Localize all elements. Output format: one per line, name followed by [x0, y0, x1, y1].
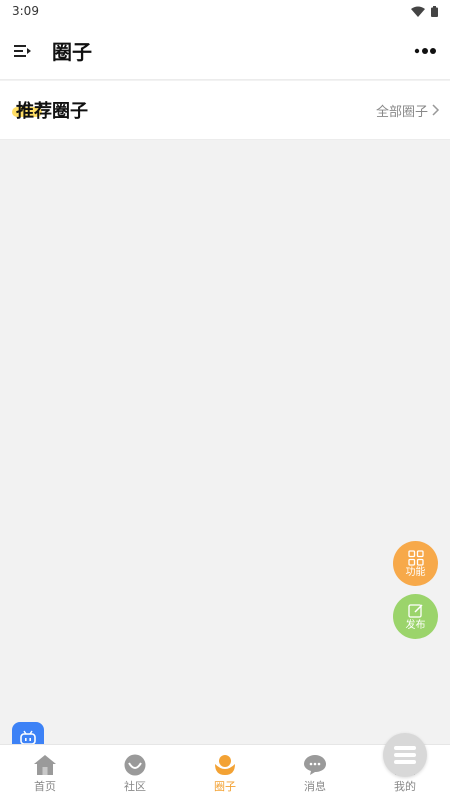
post-label: 发布	[405, 619, 426, 631]
tab-messages[interactable]: 消息	[270, 745, 360, 800]
menu-icon	[14, 44, 31, 57]
page-title: 圈子	[52, 40, 92, 64]
menu-button[interactable]	[12, 40, 34, 62]
header: 圈子	[0, 22, 450, 80]
edit-icon	[407, 603, 423, 618]
community-icon	[124, 754, 146, 776]
message-icon	[304, 755, 326, 775]
home-icon	[34, 755, 56, 775]
section-title: 推荐圈子	[16, 101, 88, 122]
tab-community-label: 社区	[124, 780, 146, 793]
all-circles-link[interactable]: 全部圈子	[376, 101, 440, 120]
more-button[interactable]	[412, 40, 438, 62]
chevron-right-icon	[432, 104, 440, 116]
tab-messages-label: 消息	[304, 780, 326, 793]
section-title-wrap: 推荐圈子	[12, 97, 88, 123]
wifi-icon	[411, 6, 425, 17]
content-area	[0, 141, 450, 744]
tab-home-label: 首页	[34, 780, 56, 793]
tab-home[interactable]: 首页	[0, 745, 90, 800]
function-button[interactable]: 功能	[393, 541, 438, 586]
battery-icon	[431, 5, 438, 17]
all-circles-label: 全部圈子	[375, 104, 428, 120]
floating-menu-button[interactable]	[383, 733, 427, 777]
tab-circle[interactable]: 圈子	[180, 745, 270, 800]
status-bar: 3:09	[0, 0, 450, 22]
status-time: 3:09	[12, 4, 39, 18]
function-label: 功能	[405, 566, 426, 578]
list-icon	[394, 746, 416, 764]
tab-community[interactable]: 社区	[90, 745, 180, 800]
tab-profile-label: 我的	[394, 780, 416, 793]
circle-icon	[215, 755, 235, 775]
tab-circle-label: 圈子	[214, 780, 236, 793]
more-icon	[414, 47, 436, 54]
status-icons	[411, 5, 438, 17]
recommended-circles-section: 推荐圈子 全部圈子	[0, 81, 450, 140]
post-button[interactable]: 发布	[393, 594, 438, 639]
grid-icon	[407, 549, 424, 566]
